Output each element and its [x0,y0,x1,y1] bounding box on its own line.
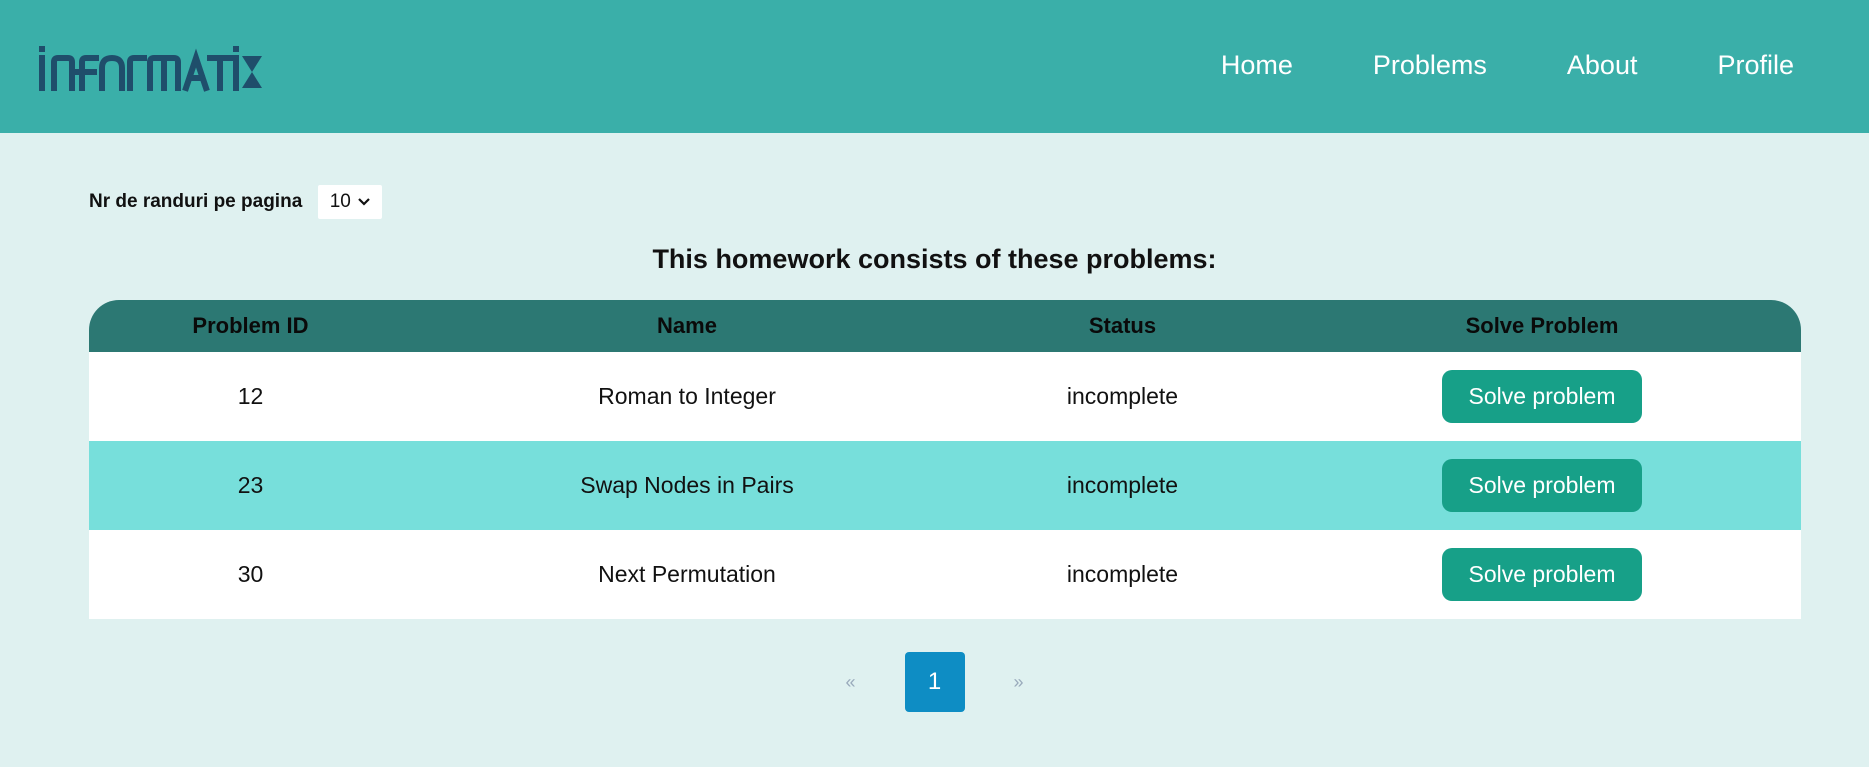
problem-id-cell: 23 [237,472,264,498]
solve-problem-button[interactable]: Solve problem [1442,548,1642,601]
solve-problem-button[interactable]: Solve problem [1442,459,1642,512]
rows-per-page-select[interactable]: 10 [318,185,383,219]
pagination: « 1 » [0,652,1869,712]
pagination-page-button[interactable]: 1 [904,652,965,712]
table-row: 30 Next Permutation incomplete Solve pro… [89,530,1801,619]
nav-profile-link[interactable]: Profile [1717,44,1794,86]
table-header: Problem ID Name Status Solve Problem [89,300,1801,352]
problems-table: Problem ID Name Status Solve Problem 12 … [89,300,1801,619]
page-title: This homework consists of these problems… [652,244,1217,274]
navbar: Home Problems About Profile [0,0,1869,133]
main-nav: Home Problems About Profile [1141,44,1794,86]
rows-per-page-control: Nr de randuri pe pagina 10 [89,185,383,219]
solve-cell: Solve problem [1283,459,1801,512]
column-header-problem-id: Problem ID [192,313,309,338]
rows-per-page-value: 10 [329,191,351,212]
solve-cell: Solve problem [1283,370,1801,423]
solve-problem-button[interactable]: Solve problem [1442,370,1642,423]
problem-status-cell: incomplete [1066,472,1179,498]
problem-status-cell: incomplete [1066,383,1179,409]
pagination-prev-button[interactable]: « [821,672,881,693]
column-header-status: Status [1088,313,1157,338]
column-header-name: Name [657,313,717,338]
nav-problems-link[interactable]: Problems [1373,44,1487,86]
table-row: 12 Roman to Integer incomplete Solve pro… [89,352,1801,441]
rows-per-page-label: Nr de randuri pe pagina [89,191,303,212]
nav-home-link[interactable]: Home [1221,44,1293,86]
nav-about-link[interactable]: About [1567,44,1638,86]
problem-name-cell: Roman to Integer [598,383,776,409]
informatix-logo[interactable] [38,44,264,94]
problem-id-cell: 30 [237,561,264,587]
problem-name-cell: Next Permutation [598,561,776,587]
chevron-down-icon [358,198,370,206]
problem-id-cell: 12 [237,383,264,409]
column-header-solve: Solve Problem [1465,313,1619,338]
table-row: 23 Swap Nodes in Pairs incomplete Solve … [89,441,1801,530]
logo-graphic [39,46,262,92]
problem-name-cell: Swap Nodes in Pairs [580,472,794,498]
solve-cell: Solve problem [1283,548,1801,601]
problem-status-cell: incomplete [1066,561,1179,587]
pagination-next-button[interactable]: » [989,672,1049,693]
